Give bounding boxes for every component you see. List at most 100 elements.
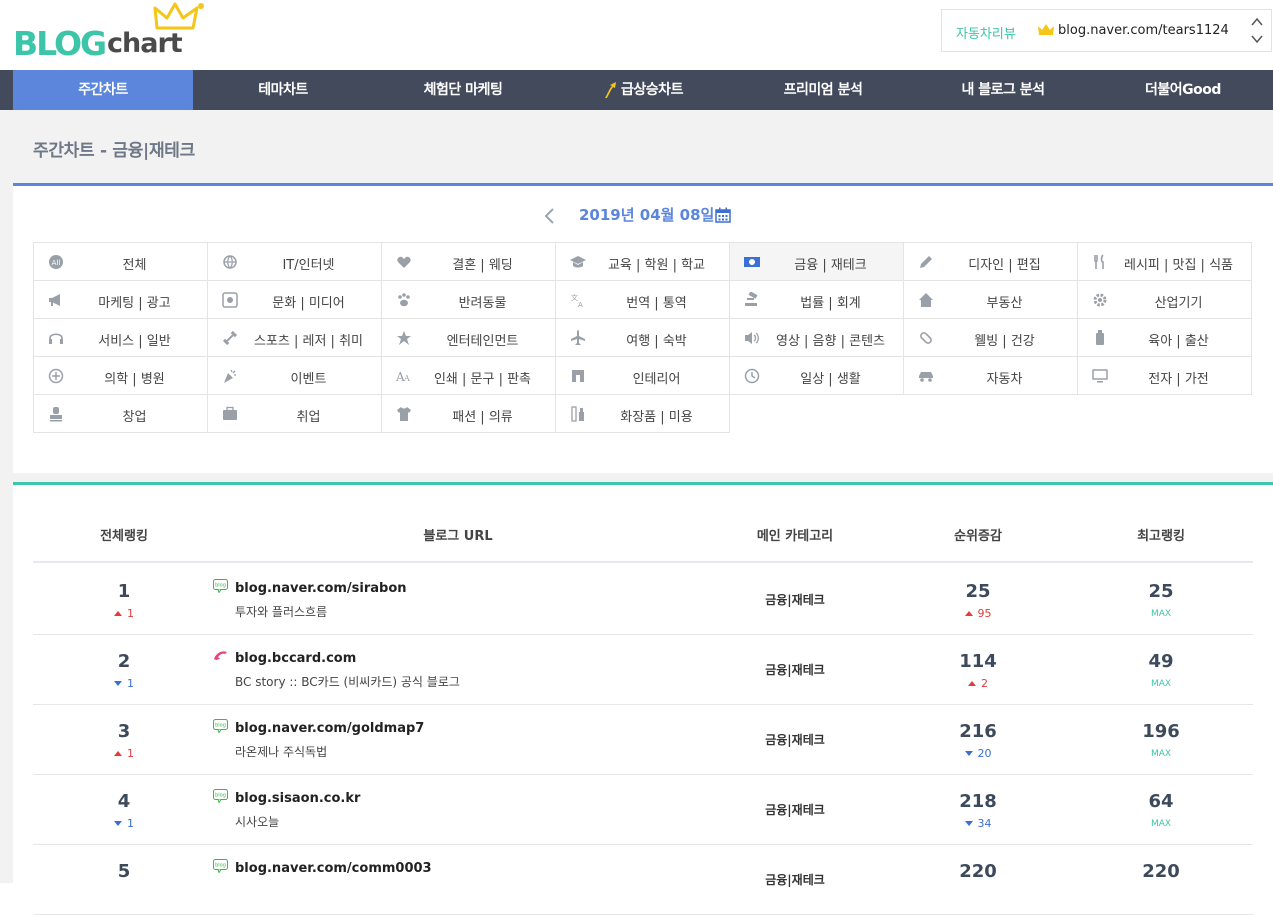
header-blog-url: 블로그 URL xyxy=(423,529,493,544)
category-2[interactable]: 결혼 | 웨딩 xyxy=(381,242,556,281)
category-3[interactable]: 교육 | 학원 | 학교 xyxy=(555,242,730,281)
category-label: 결혼 | 웨딩 xyxy=(452,258,513,273)
overall-rank: 3 xyxy=(117,721,131,742)
table-row[interactable]: 2 1 blog.bccard.com BC story :: BC카드 (비씨카드)… xyxy=(33,635,1253,705)
category-9[interactable]: 반려동물 xyxy=(381,280,556,319)
category-6[interactable]: 레시피 | 맛집 | 식품 xyxy=(1077,242,1252,281)
blog-name: BC story :: BC카드 (비씨카드) 공식 블로그 xyxy=(235,675,460,689)
category-16[interactable]: 엔터테인먼트 xyxy=(381,318,556,357)
blog-url-link[interactable]: blog.naver.com/comm0003 xyxy=(235,861,432,876)
category-26[interactable]: 자동차 xyxy=(903,356,1078,395)
svg-text:文: 文 xyxy=(571,293,578,302)
nav-experience-marketing[interactable]: 체험단 마케팅 xyxy=(373,70,553,110)
blog-url-link[interactable]: blog.bccard.com xyxy=(235,651,356,666)
blogchart-logo[interactable]: BLOG chart xyxy=(13,2,204,63)
blog-url-link[interactable]: blog.sisaon.co.kr xyxy=(235,791,360,806)
category-1[interactable]: IT/인터넷 xyxy=(207,242,382,281)
svg-text:blog: blog xyxy=(215,723,226,729)
max-label: MAX xyxy=(1150,609,1172,619)
category-20[interactable]: 육아 | 출산 xyxy=(1077,318,1252,357)
category-label: 영상 | 음향 | 콘텐츠 xyxy=(775,334,885,349)
translate-icon: 文A xyxy=(571,293,583,308)
category-30[interactable]: 패션 | 의류 xyxy=(381,394,556,433)
nav-together-good[interactable]: 더불어Good xyxy=(1093,70,1273,110)
nav-label: 주간차트 xyxy=(78,82,128,98)
ranking-table: 전체랭킹 블로그 URL 메인 카테고리 순위증감 최고랭킹 1 1 blog blo… xyxy=(13,482,1273,915)
blog-url-link[interactable]: blog.naver.com/sirabon xyxy=(235,581,407,596)
category-19[interactable]: 웰빙 | 건강 xyxy=(903,318,1078,357)
category-5[interactable]: 디자인 | 편집 xyxy=(903,242,1078,281)
category-0[interactable]: All 전체 xyxy=(33,242,208,281)
category-22[interactable]: 이벤트 xyxy=(207,356,382,395)
category-panel: 2019년 04월 08일 All 전체 IT/인터넷 결혼 | 웨딩 교육 | 학원 … xyxy=(13,183,1273,473)
bottle-icon xyxy=(1096,330,1104,345)
font-icon: AA xyxy=(396,370,410,384)
category-13[interactable]: 산업기기 xyxy=(1077,280,1252,319)
table-row[interactable]: 4 1 blog blog.sisaon.co.kr 시사오늘 금융|재테크 218 34 64… xyxy=(33,775,1253,845)
crown-icon xyxy=(1038,24,1054,35)
category-label: 웰빙 | 건강 xyxy=(974,334,1035,349)
category-14[interactable]: 서비스 | 일반 xyxy=(33,318,208,357)
rank-change-indicator: 1 xyxy=(33,607,215,620)
nav-premium-analysis[interactable]: 프리미엄 분석 xyxy=(733,70,913,110)
table-row[interactable]: 1 1 blog blog.naver.com/sirabon 투자와 플러스흐름 금융|… xyxy=(33,565,1253,635)
category-15[interactable]: 스포츠 | 레저 | 취미 xyxy=(207,318,382,357)
nav-theme-chart[interactable]: 테마차트 xyxy=(193,70,373,110)
calendar-icon[interactable] xyxy=(715,207,731,223)
blog-name: 라온제나 주식독법 xyxy=(235,745,328,759)
category-31[interactable]: 화장품 | 미용 xyxy=(555,394,730,433)
category-8[interactable]: 문화 | 미디어 xyxy=(207,280,382,319)
rank-change: 220 xyxy=(959,861,997,882)
category-label: 전자 | 가전 xyxy=(1148,372,1209,387)
car-icon xyxy=(919,372,933,382)
monitor-icon xyxy=(1092,369,1108,383)
category-11[interactable]: 법률 | 회계 xyxy=(729,280,904,319)
chevron-down-icon[interactable] xyxy=(1250,32,1264,46)
crown-icon xyxy=(153,2,204,30)
category-7[interactable]: 마케팅 | 광고 xyxy=(33,280,208,319)
category-4[interactable]: 금융 | 재테크 xyxy=(729,242,904,281)
category-label: 육아 | 출산 xyxy=(1148,334,1209,349)
table-row[interactable]: 3 1 blog blog.naver.com/goldmap7 라온제나 주식독법 금융… xyxy=(33,705,1253,775)
svg-text:blog: blog xyxy=(215,583,226,589)
category-23[interactable]: A A 인쇄 | 문구 | 판촉 xyxy=(381,356,556,395)
category-29[interactable]: 취업 xyxy=(207,394,382,433)
interior-icon xyxy=(572,370,584,382)
category-label: 법률 | 회계 xyxy=(800,296,861,311)
blog-url-link[interactable]: blog.naver.com/goldmap7 xyxy=(235,721,424,736)
page-title: 주간차트 - 금융|재테크 xyxy=(33,141,195,161)
category-21[interactable]: 의학 | 병원 xyxy=(33,356,208,395)
previous-week-icon[interactable] xyxy=(543,207,555,225)
pencil-icon xyxy=(920,256,932,268)
nav-weekly-chart[interactable]: 주간차트 xyxy=(13,70,193,110)
category-25[interactable]: 일상 | 생활 xyxy=(729,356,904,395)
table-row[interactable]: 5 blog blog.naver.com/comm0003 금융|재테크 220 220 xyxy=(33,845,1253,915)
category-label: 화장품 | 미용 xyxy=(620,410,693,425)
rank-change-sub-value: 2 xyxy=(981,677,988,690)
category-28[interactable]: 창업 xyxy=(33,394,208,433)
category-24[interactable]: 인테리어 xyxy=(555,356,730,395)
header-rank-change: 순위증감 xyxy=(954,529,1002,544)
nav-rising-chart[interactable]: 급상승차트 xyxy=(553,70,733,110)
blog-selector[interactable]: 자동차리뷰 blog.naver.com/tears1124 xyxy=(941,9,1272,52)
category-17[interactable]: 여행 | 숙박 xyxy=(555,318,730,357)
headset-icon xyxy=(49,333,63,344)
star-icon xyxy=(397,331,411,345)
category-10[interactable]: 文 A 번역 | 통역 xyxy=(555,280,730,319)
rank-change-sub: 20 xyxy=(898,747,1058,760)
max-label: MAX xyxy=(1150,749,1172,759)
dumbbell-icon xyxy=(222,330,238,346)
selected-blog-url: blog.naver.com/tears1124 xyxy=(1058,23,1229,38)
category-12[interactable]: 부동산 xyxy=(903,280,1078,319)
rank-change-sub-value: 34 xyxy=(977,817,992,830)
category-label: 서비스 | 일반 xyxy=(98,334,171,349)
category-18[interactable]: 영상 | 음향 | 콘텐츠 xyxy=(729,318,904,357)
logo-chart-text: chart xyxy=(107,28,183,59)
nav-my-blog-analysis[interactable]: 내 블로그 분석 xyxy=(913,70,1093,110)
chevron-up-icon[interactable] xyxy=(1250,15,1264,29)
main-category: 금융|재테크 xyxy=(765,663,825,677)
main-category: 금융|재테크 xyxy=(765,873,825,887)
main-category: 금융|재테크 xyxy=(765,733,825,747)
nav-label: 프리미엄 분석 xyxy=(783,82,863,98)
category-27[interactable]: 전자 | 가전 xyxy=(1077,356,1252,395)
